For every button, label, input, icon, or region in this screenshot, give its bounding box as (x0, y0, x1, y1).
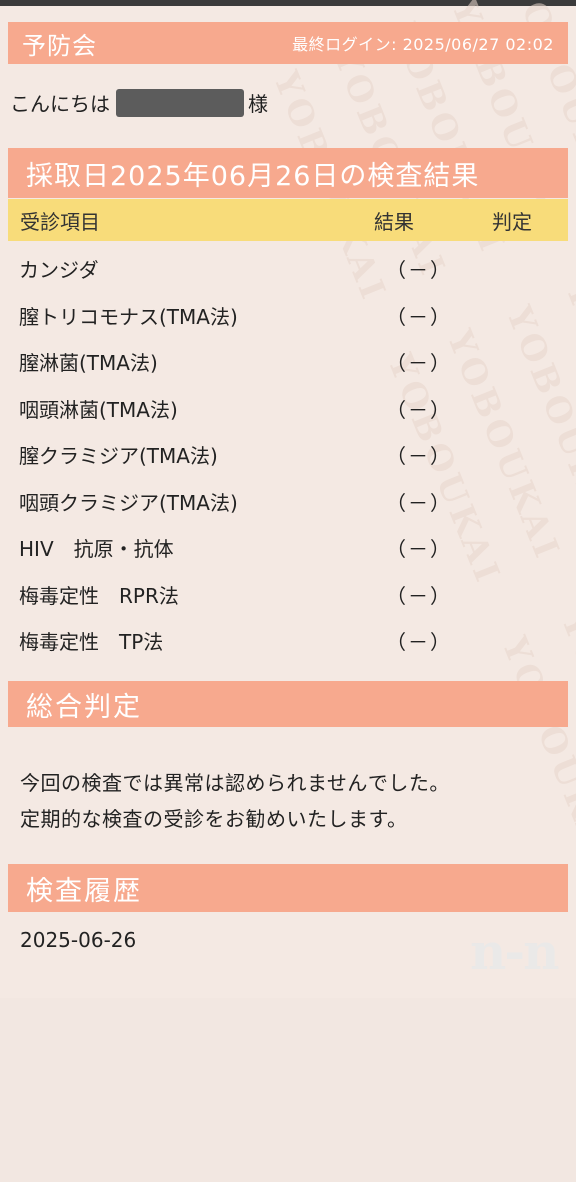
history-date-link[interactable]: 2025-06-26 (20, 928, 136, 952)
test-result: （－） (386, 351, 452, 375)
test-result: （－） (386, 304, 452, 329)
test-result: （－） (386, 490, 452, 515)
history-section-title: 検査履歴 (8, 864, 568, 912)
test-item-name: カンジダ (19, 258, 99, 282)
test-result: （－） (386, 397, 452, 422)
table-row: 膣クラミジア(TMA法) （－） (8, 429, 568, 476)
table-row: カンジダ （－） (8, 243, 568, 290)
column-result: 結果 (374, 209, 414, 234)
test-result: （－） (386, 258, 452, 282)
summary-text: 今回の検査では異常は認められませんでした。 定期的な検査の受診をお勧めいたします… (20, 765, 450, 837)
last-login-text: 最終ログイン: 2025/06/27 02:02 (292, 35, 554, 54)
summary-line: 今回の検査では異常は認められませんでした。 (20, 771, 450, 795)
test-item-name: 梅毒定性 RPR法 (19, 583, 179, 608)
test-item-name: 膣淋菌(TMA法) (19, 351, 158, 375)
test-result: （－） (386, 444, 452, 468)
greeting-prefix: こんにちは (10, 92, 110, 116)
site-logo: n-n (470, 922, 559, 981)
test-item-name: 膣トリコモナス(TMA法) (19, 304, 238, 329)
test-result: （－） (386, 583, 452, 608)
summary-line: 定期的な検査の受診をお勧めいたします。 (20, 807, 408, 831)
table-row: HIV 抗原・抗体 （－） (8, 522, 568, 569)
column-judgement: 判定 (492, 209, 532, 234)
table-row: 梅毒定性 TP法 （－） (8, 615, 568, 662)
screen: YOBOUKAI YOBOUKAI YOBOUKAI YOBOUKAI YOBOUKA… (0, 0, 576, 998)
app-title: 予防会 (22, 31, 97, 60)
test-item-name: 膣クラミジア(TMA法) (19, 444, 218, 468)
greeting: こんにちは 様 (10, 88, 268, 117)
greeting-suffix: 様 (248, 92, 268, 116)
redacted-username (116, 88, 244, 117)
table-row: 梅毒定性 RPR法 （－） (8, 569, 568, 616)
status-strip (0, 0, 576, 6)
test-item-name: HIV 抗原・抗体 (19, 537, 174, 561)
results-section-title: 採取日2025年06月26日の検査結果 (8, 148, 568, 198)
results-table-body: カンジダ （－） 膣トリコモナス(TMA法) （－） 膣淋菌(TMA法) （－）… (8, 243, 568, 662)
test-result: （－） (386, 537, 452, 561)
test-item-name: 咽頭クラミジア(TMA法) (19, 490, 238, 515)
summary-section-title: 総合判定 (8, 681, 568, 727)
table-row: 咽頭淋菌(TMA法) （－） (8, 383, 568, 430)
table-row: 膣トリコモナス(TMA法) （－） (8, 290, 568, 337)
table-row: 膣淋菌(TMA法) （－） (8, 336, 568, 383)
test-item-name: 咽頭淋菌(TMA法) (19, 397, 178, 422)
table-row: 咽頭クラミジア(TMA法) （－） (8, 476, 568, 523)
column-item: 受診項目 (20, 209, 100, 234)
test-item-name: 梅毒定性 TP法 (19, 630, 164, 654)
results-table-header: 受診項目 結果 判定 (8, 199, 568, 241)
header-bar: 予防会 最終ログイン: 2025/06/27 02:02 (8, 22, 568, 64)
test-result: （－） (386, 630, 452, 654)
